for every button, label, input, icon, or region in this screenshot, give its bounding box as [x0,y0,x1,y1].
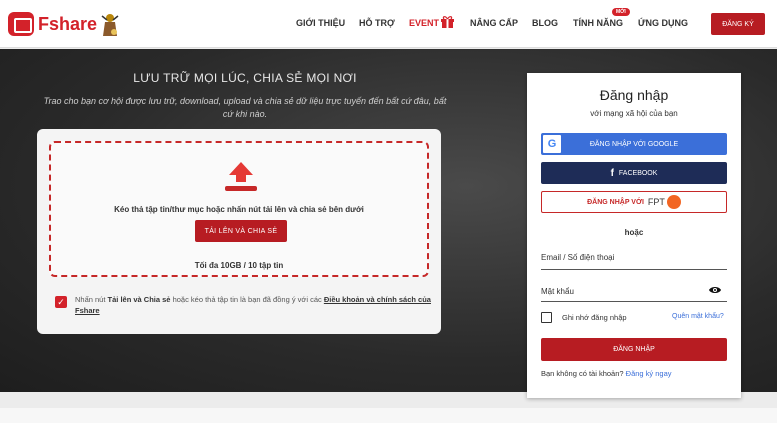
agree-checkbox[interactable]: ✓ [55,296,67,308]
password-underline [541,301,727,302]
nav-nang-cap[interactable]: NÂNG CẤP [470,18,518,28]
register-now-link[interactable]: Đăng ký ngay [626,369,672,378]
signup-button[interactable]: ĐĂNG KÝ [711,13,765,35]
forgot-password-link[interactable]: Quên mật khẩu? [672,313,724,320]
agree-prefix: Nhấn nút [75,295,108,304]
agree-bold: Tải lên và Chia sẻ [107,295,171,304]
google-login-label: ĐĂNG NHẬP VỚI GOOGLE [589,140,679,148]
fpt-logo-text: FPT [647,197,665,207]
no-account-text: Bạn không có tài khoản? Đăng ký ngay [541,369,672,378]
email-field[interactable]: Email / Số điện thoại [541,253,614,262]
upload-share-button[interactable]: TẢI LÊN VÀ CHIA SẺ [195,220,287,242]
nav-event[interactable]: EVENT [409,18,439,28]
upload-arrow-icon [225,162,257,191]
email-underline [541,269,727,270]
agree-mid: hoặc kéo thả tập tin là bạn đã đồng ý vớ… [170,295,324,304]
nav-ho-tro[interactable]: HỖ TRỢ [359,18,395,28]
upload-dropzone[interactable]: Kéo thả tập tin/thư mục hoặc nhấn nút tả… [49,141,429,277]
nav-ung-dung[interactable]: ỨNG DỤNG [638,18,688,28]
no-account-label: Bạn không có tài khoản? [541,369,624,378]
upload-panel: Kéo thả tập tin/thư mục hoặc nhấn nút tả… [37,129,441,334]
upload-limit: Tối đa 10GB / 10 tập tin [194,261,284,270]
google-login-button[interactable]: G ĐĂNG NHẬP VỚI GOOGLE [541,133,727,155]
nav-gioi-thieu[interactable]: GIỚI THIỆU [296,18,345,28]
facebook-icon: f [610,167,614,179]
logo-icon [8,12,34,36]
drop-instructions: Kéo thả tập tin/thư mục hoặc nhấn nút tả… [114,205,364,214]
fpt-login-button[interactable]: ĐĂNG NHẬP VỚI FPT [541,191,727,213]
or-divider: hoặc [624,228,644,237]
terms-agreement: Nhấn nút Tải lên và Chia sẻ hoặc kéo thả… [75,294,433,316]
facebook-login-button[interactable]: f FACEBOOK [541,162,727,184]
new-badge: MỚI [612,8,630,16]
hero-subtitle: Trao cho bạn cơ hội được lưu trữ, downlo… [43,96,447,119]
logo-text: Fshare [38,13,98,34]
page-bottom-strip [0,408,777,423]
fshare-logo[interactable]: Fshare [8,12,97,36]
eye-icon[interactable] [708,285,722,295]
remember-checkbox[interactable] [541,312,552,323]
hero-title: LƯU TRỮ MỌI LÚC, CHIA SẺ MỌI NƠI [133,71,357,85]
remember-label: Ghi nhớ đăng nhập [562,313,627,322]
password-field[interactable]: Mật khẩu [541,287,574,296]
top-header: Fshare GIỚI THIỆU HỖ TRỢ EVENT NÂNG CẤP … [0,0,777,48]
facebook-login-label: FACEBOOK [618,169,658,177]
fpt-login-label: ĐĂNG NHẬP VỚI [587,198,644,206]
nav-tinh-nang[interactable]: TÍNH NĂNG [573,18,623,28]
login-button[interactable]: ĐĂNG NHẬP [541,338,727,361]
gift-icon [441,16,454,28]
google-icon: G [543,135,561,153]
mascot-icon [101,14,119,36]
login-title: Đăng nhập [599,87,669,103]
fpt-logo-icon [666,195,681,209]
login-subtitle: với mạng xã hội của bạn [590,109,678,118]
nav-blog[interactable]: BLOG [532,18,558,28]
login-card: Đăng nhập với mạng xã hội của bạn G ĐĂNG… [527,73,741,398]
